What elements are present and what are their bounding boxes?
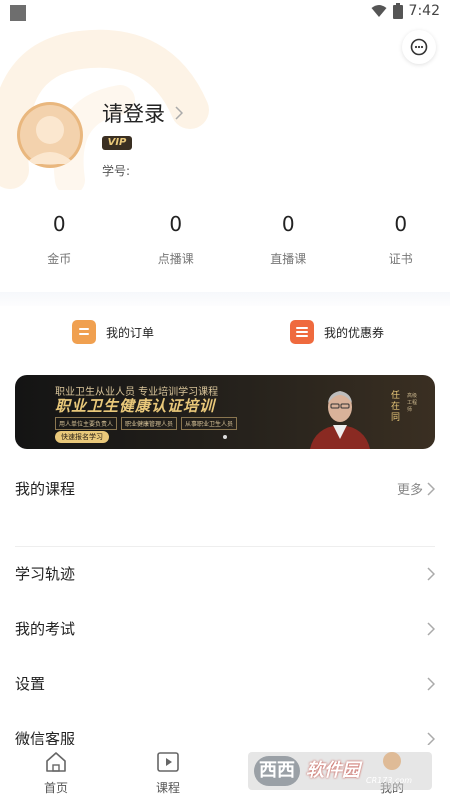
my-orders-link[interactable]: 我的订单 <box>72 320 154 344</box>
login-link[interactable]: 请登录 <box>102 98 183 128</box>
settings-label: 设置 <box>15 675 46 693</box>
my-exams-label: 我的考试 <box>15 620 76 638</box>
banner-tag: 用人单位主要负责人 <box>55 417 118 430</box>
watermark-logo: 西西 <box>254 756 300 786</box>
stat-label: 证书 <box>388 252 413 266</box>
my-exams-row[interactable]: 我的考试 <box>15 618 435 639</box>
stat-coins[interactable]: 0 金币 <box>0 210 113 267</box>
student-id-label: 学号: <box>102 164 131 178</box>
stat-value: 0 <box>394 212 408 236</box>
home-icon <box>46 752 66 772</box>
promo-banner[interactable]: 职业卫生从业人员 专业培训学习课程 职业卫生健康认证培训 用人单位主要负责人 职… <box>15 375 435 449</box>
tab-home-label: 首页 <box>43 781 68 795</box>
stat-label: 金币 <box>47 252 72 266</box>
my-orders-label: 我的订单 <box>106 325 155 340</box>
stats-row: 0 金币 0 点播课 0 直播课 0 证书 <box>0 210 450 267</box>
my-courses-title: 我的课程 <box>15 480 76 498</box>
banner-cta-button[interactable]: 快速报名学习 <box>55 431 109 443</box>
banner-tags: 用人单位主要负责人 职业健康管理人员 从事职业卫生人员 <box>55 417 238 430</box>
default-avatar-icon <box>20 105 80 165</box>
settings-row[interactable]: 设置 <box>15 673 435 694</box>
notification-icon <box>10 5 26 21</box>
chevron-right-icon <box>427 676 435 691</box>
banner-title: 职业卫生健康认证培训 <box>55 397 216 415</box>
coupon-icon <box>290 320 314 344</box>
chat-icon <box>410 38 428 56</box>
section-gap <box>0 292 450 306</box>
instructor-desc: 高级工程师 <box>407 393 418 413</box>
tab-courses[interactable]: 课程 <box>138 751 198 796</box>
instructor-photo <box>310 391 370 449</box>
chevron-right-icon <box>427 566 435 581</box>
battery-icon <box>392 3 403 19</box>
stat-value: 0 <box>281 212 295 236</box>
chevron-right-icon <box>175 106 183 120</box>
status-time: 7:42 <box>408 3 440 19</box>
tab-home[interactable]: 首页 <box>26 751 86 796</box>
wifi-icon <box>371 5 387 17</box>
banner-tag: 从事职业卫生人员 <box>181 417 238 430</box>
order-icon <box>72 320 96 344</box>
my-coupons-link[interactable]: 我的优惠券 <box>290 320 384 344</box>
my-coupons-label: 我的优惠券 <box>324 325 385 340</box>
more-label: 更多 <box>396 483 423 498</box>
chevron-right-icon <box>427 481 435 496</box>
message-button[interactable] <box>402 30 436 64</box>
stat-value: 0 <box>169 212 183 236</box>
vip-badge: VIP <box>102 136 132 150</box>
banner-pagination <box>223 435 227 439</box>
instructor-name: 任在同 <box>391 391 401 423</box>
watermark-url: CR173.com <box>366 776 413 785</box>
watermark: 西西 软件园 CR173.com <box>248 752 432 790</box>
study-track-row[interactable]: 学习轨迹 <box>15 563 435 584</box>
more-link[interactable]: 更多 <box>397 479 435 498</box>
my-courses-row[interactable]: 我的课程 更多 <box>15 478 435 499</box>
play-icon <box>157 752 179 772</box>
chevron-right-icon <box>427 731 435 746</box>
tab-courses-label: 课程 <box>155 781 180 795</box>
study-track-label: 学习轨迹 <box>15 565 76 583</box>
divider <box>15 546 435 547</box>
banner-tag: 职业健康管理人员 <box>121 417 178 430</box>
chevron-right-icon <box>427 621 435 636</box>
stat-label: 直播课 <box>270 252 307 266</box>
watermark-text: 软件园 <box>306 760 360 781</box>
stat-value: 0 <box>52 212 66 236</box>
pagination-dot <box>223 435 227 439</box>
stat-certificates[interactable]: 0 证书 <box>338 210 450 267</box>
stat-label: 点播课 <box>157 252 194 266</box>
avatar[interactable] <box>17 102 83 168</box>
login-text: 请登录 <box>102 102 165 126</box>
stat-live-courses[interactable]: 0 直播课 <box>225 210 338 267</box>
stat-vod-courses[interactable]: 0 点播课 <box>113 210 226 267</box>
